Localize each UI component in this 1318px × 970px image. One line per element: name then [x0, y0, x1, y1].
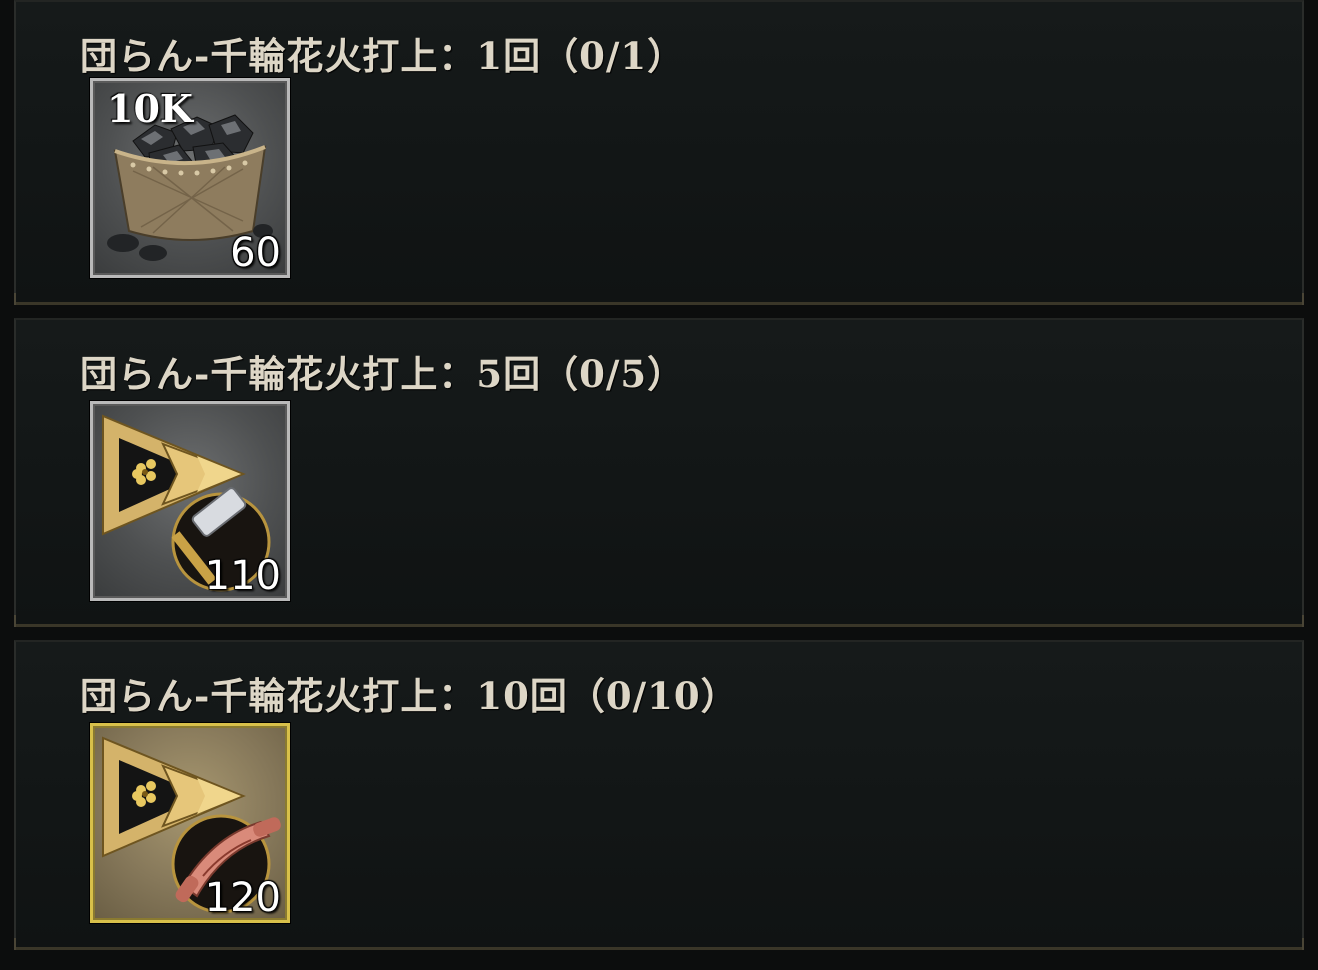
reward-item-coal[interactable]: 10K 60 [90, 78, 290, 278]
reward-quantity: 120 [204, 875, 281, 921]
reward-badge: 10K [107, 86, 193, 131]
reward-quantity: 60 [230, 230, 281, 276]
mission-title: 団らん-千輪花火打上：5回（0/5） [80, 352, 686, 396]
mission-row: 団らん-千輪花火打上：10回（0/10） 120 [14, 640, 1304, 950]
mission-list: 団らん-千輪花火打上：1回（0/1） 10K 60 団らん-千輪花火打上：5回（… [0, 0, 1318, 970]
reward-item-scroll-speedup[interactable]: 120 [90, 723, 290, 923]
mission-row: 団らん-千輪花火打上：5回（0/5） 110 [14, 318, 1304, 627]
reward-item-hammer-speedup[interactable]: 110 [90, 401, 290, 601]
reward-quantity: 110 [204, 553, 281, 599]
mission-row: 団らん-千輪花火打上：1回（0/1） 10K 60 [14, 0, 1304, 305]
mission-title: 団らん-千輪花火打上：1回（0/1） [80, 34, 686, 78]
mission-title: 団らん-千輪花火打上：10回（0/10） [80, 674, 739, 718]
